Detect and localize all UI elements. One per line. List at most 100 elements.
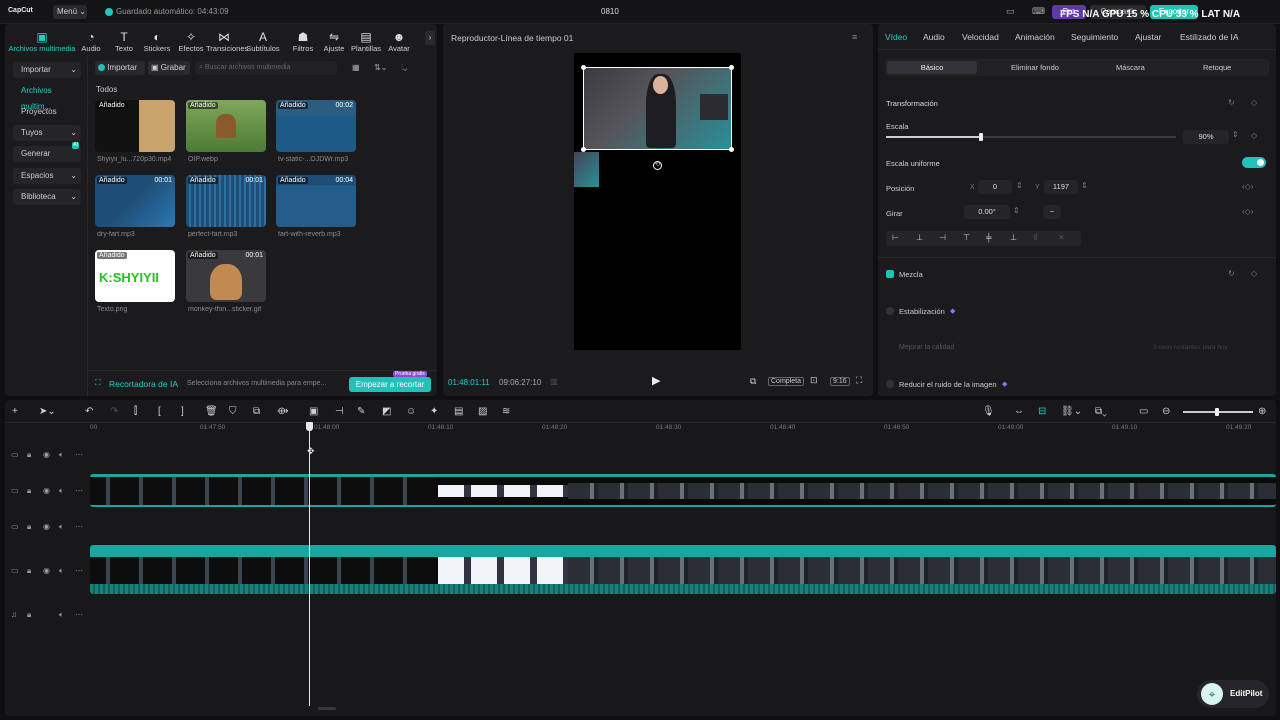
select-tool-icon[interactable]: ➤⌄ bbox=[39, 406, 56, 417]
sidebar-item-tuyos[interactable]: Tuyos ⌄ bbox=[13, 125, 81, 141]
timeline-scrollbar[interactable] bbox=[318, 707, 336, 710]
subtab-mascara[interactable]: Máscara bbox=[1116, 63, 1145, 72]
trim-left-icon[interactable]: [ bbox=[158, 406, 161, 417]
caption-icon[interactable]: ▤ bbox=[454, 406, 463, 417]
stabilization-label[interactable]: Estabilización bbox=[899, 307, 945, 316]
mask-icon[interactable]: ◩ bbox=[382, 406, 391, 417]
media-card-audio[interactable]: Añadido 00:02 bbox=[276, 100, 356, 152]
align-bottom-icon[interactable]: ⊥ bbox=[1010, 233, 1017, 242]
crop-icon[interactable]: ⧉ bbox=[750, 376, 756, 387]
more-icon[interactable]: ⋯ bbox=[75, 610, 83, 619]
zoom-out-icon[interactable]: ⊖ bbox=[1162, 406, 1170, 417]
lock-icon[interactable]: 🔒︎ bbox=[27, 486, 31, 496]
speaker-icon[interactable]: 🔈︎ bbox=[59, 486, 64, 496]
keyframe-icon[interactable]: ◇ bbox=[1251, 131, 1257, 140]
preview-axis-icon[interactable]: ⧉⌄ bbox=[1095, 406, 1107, 417]
import-button[interactable]: Importar bbox=[95, 61, 145, 75]
record-button[interactable]: ▣ Grabar bbox=[148, 61, 190, 75]
scale-value[interactable]: 90% bbox=[1183, 130, 1229, 144]
sidebar-item-espacios[interactable]: Espacios ⌄ bbox=[13, 168, 81, 184]
sidebar-item-archivos[interactable]: Archivos multim... bbox=[13, 83, 81, 111]
lock-icon[interactable]: 🔒︎ bbox=[27, 566, 31, 576]
zoom-slider-thumb[interactable] bbox=[1215, 408, 1219, 416]
keyframe-nav-icon[interactable]: ‹◇› bbox=[1242, 207, 1253, 216]
freeze-icon[interactable]: ▣ bbox=[309, 406, 318, 417]
keyframe-nav-icon[interactable]: ‹◇› bbox=[1242, 182, 1253, 191]
transform-reset-icon[interactable]: ↻ bbox=[1228, 98, 1235, 107]
video-clip-track-2[interactable] bbox=[90, 545, 1276, 594]
sidebar-item-biblioteca[interactable]: Biblioteca ⌄ bbox=[13, 189, 81, 205]
stepper-icon[interactable]: ⇕ bbox=[1016, 181, 1023, 190]
media-card-video[interactable]: Añadido bbox=[95, 100, 175, 152]
media-card-text-image[interactable]: Añadido K:SHYIYII bbox=[95, 250, 175, 302]
media-card-gif[interactable]: Añadido 00:01 bbox=[186, 250, 266, 302]
prop-tab-0[interactable]: Vídeo bbox=[885, 32, 907, 42]
speaker-icon[interactable]: 🔈︎ bbox=[59, 566, 64, 576]
person-cutout-icon[interactable]: ☺ bbox=[406, 406, 416, 417]
more-icon[interactable]: ⋯ bbox=[75, 522, 83, 531]
menu-button[interactable]: Menú ⌄ bbox=[53, 5, 87, 19]
denoise-label[interactable]: Reducir el ruido de la imagen bbox=[899, 380, 997, 389]
speaker-icon[interactable]: 🔈︎ bbox=[59, 610, 64, 620]
search-input[interactable]: ⌕ Buscar archivos multimedia bbox=[195, 61, 337, 75]
toolbar-transition-button[interactable]: ⋈ Transiciones bbox=[206, 30, 248, 53]
stabilization-checkbox[interactable] bbox=[886, 307, 894, 315]
handle-br[interactable] bbox=[729, 147, 734, 152]
prop-tab-5[interactable]: Ajustar bbox=[1135, 32, 1161, 42]
sidebar-item-proyectos[interactable]: Proyectos secun... bbox=[13, 104, 81, 132]
playhead[interactable] bbox=[306, 422, 313, 706]
player-menu-icon[interactable]: ≡ bbox=[852, 32, 857, 42]
editpilot-button[interactable]: ⌖ EditPilot bbox=[1197, 680, 1269, 708]
split-icon[interactable]: ⫿ bbox=[134, 406, 137, 417]
eye-icon[interactable]: ◉ bbox=[43, 566, 50, 575]
rotate-input[interactable]: 0.00° bbox=[964, 205, 1010, 219]
toolbar-media-button[interactable]: ▣ Archivos multimedia bbox=[6, 30, 78, 53]
stepper-icon[interactable]: ⇕ bbox=[1232, 130, 1239, 139]
rotate-handle-icon[interactable]: ⟲ bbox=[653, 161, 662, 170]
media-card-audio[interactable]: Añadido 00:01 bbox=[95, 175, 175, 227]
delete-icon[interactable]: 🗑 bbox=[205, 406, 218, 417]
distribute-h-icon[interactable]: ⫴ bbox=[1034, 233, 1037, 243]
speaker-icon[interactable]: 🔈︎ bbox=[59, 522, 64, 532]
align-top-icon[interactable]: ⊤ bbox=[963, 233, 970, 242]
prop-tab-4[interactable]: Seguimiento bbox=[1071, 32, 1118, 42]
sort-icon[interactable]: ⇅⌄ bbox=[374, 63, 387, 72]
video-clip-track-1[interactable] bbox=[90, 474, 1276, 507]
blend-checkbox[interactable] bbox=[886, 270, 894, 278]
speaker-icon[interactable]: 🔈︎ bbox=[59, 450, 64, 460]
redo-icon[interactable]: ↷ bbox=[110, 406, 118, 417]
toolbar-adjust-button[interactable]: ⇋ Ajuste bbox=[316, 30, 352, 53]
pen-icon[interactable]: ✎ bbox=[357, 406, 365, 417]
view-toggle-icon[interactable]: ▦ bbox=[352, 63, 360, 72]
trim-right-icon[interactable]: ] bbox=[181, 406, 184, 417]
lock-icon[interactable]: 🔒︎ bbox=[27, 522, 31, 532]
subtab-retoque[interactable]: Retoque bbox=[1203, 63, 1231, 72]
more-icon[interactable]: ⋯ bbox=[75, 566, 83, 575]
align-left-icon[interactable]: ⊢ bbox=[892, 233, 899, 242]
ratio-button[interactable]: 9:16 bbox=[830, 377, 850, 386]
prop-tab-1[interactable]: Audio bbox=[923, 32, 945, 42]
zoom-icon[interactable]: ⊡ bbox=[810, 375, 818, 386]
blend-reset-icon[interactable]: ↻ bbox=[1228, 269, 1235, 278]
distribute-v-icon[interactable]: ✕ bbox=[1058, 233, 1065, 242]
sidebar-item-generar[interactable]: Generar AI bbox=[13, 142, 81, 162]
link-icon[interactable]: ⇔ bbox=[1014, 406, 1024, 417]
lock-icon[interactable]: 🔒︎ bbox=[27, 450, 31, 460]
subtab-eliminar-fondo[interactable]: Eliminar fondo bbox=[1011, 63, 1059, 72]
prop-tab-3[interactable]: Animación bbox=[1015, 32, 1055, 42]
play-icon[interactable]: ▶ bbox=[652, 374, 660, 387]
project-title[interactable]: 0810 bbox=[601, 7, 619, 16]
toolbar-text-button[interactable]: T Texto bbox=[106, 30, 142, 53]
rotate-dial-icon[interactable]: − bbox=[1043, 205, 1061, 219]
magic-icon[interactable]: ✦ bbox=[430, 406, 438, 417]
more-icon[interactable]: ⋯ bbox=[75, 450, 83, 459]
zoom-slider[interactable] bbox=[1183, 408, 1253, 416]
eye-icon[interactable]: ◉ bbox=[43, 450, 50, 459]
quality-button[interactable]: Completa bbox=[768, 377, 804, 386]
keyframe-icon[interactable]: ◇ bbox=[1251, 98, 1257, 107]
undo-icon[interactable]: ↶ bbox=[85, 406, 93, 417]
toolbar-audio-button[interactable]: ◔ Audio bbox=[73, 30, 109, 53]
start-cropping-button[interactable]: Empezar a recortar bbox=[349, 377, 431, 392]
image-icon[interactable]: ▨ bbox=[478, 406, 487, 417]
media-card-image[interactable]: Añadido bbox=[186, 100, 266, 152]
